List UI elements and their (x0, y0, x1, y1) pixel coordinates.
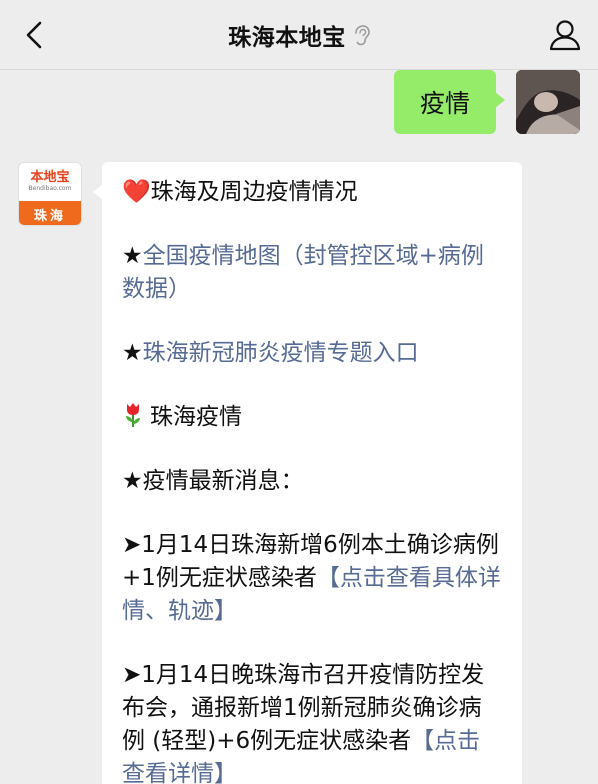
section-line: 珠海疫情 (122, 401, 502, 434)
section-text: 珠海疫情 (150, 404, 242, 430)
user-avatar-image (516, 70, 580, 134)
incoming-message-bubble: ❤️珠海及周边疫情情况 ★全国疫情地图（封管控区域+病例数据） ★珠海新冠肺炎疫… (93, 162, 522, 784)
arrow-icon: ➤ (122, 662, 142, 688)
logo-subtext: Bendibao.com (28, 185, 72, 192)
official-account-avatar[interactable]: 本地宝 Bendibao.com 珠海 (18, 162, 82, 226)
map-line: ★全国疫情地图（封管控区域+病例数据） (122, 240, 502, 306)
header-text: 珠海及周边疫情情况 (150, 179, 358, 205)
nav-bar: 珠海本地宝 (0, 0, 598, 70)
outgoing-message-text: 疫情 (419, 89, 470, 118)
topic-line: ★珠海新冠肺炎疫情专题入口 (122, 337, 502, 370)
star-icon: ★ (122, 468, 143, 494)
news-item-1: ➤1月14日珠海新增6例本土确诊病例+1例无症状感染者【点击查看具体详情、轨迹】 (122, 529, 502, 628)
latest-line: ★疫情最新消息： (122, 465, 502, 498)
tulip-icon (126, 403, 140, 427)
topic-entry-link[interactable]: 珠海新冠肺炎疫情专题入口 (143, 340, 419, 366)
chat-title: 珠海本地宝 (228, 25, 346, 51)
latest-text: 疫情最新消息： (142, 468, 304, 494)
title-wrap: 珠海本地宝 (0, 0, 598, 70)
logo-text: 本地宝 (30, 170, 70, 185)
star-icon: ★ (122, 243, 143, 269)
profile-icon[interactable] (546, 16, 584, 54)
outgoing-message-bubble[interactable]: 疫情 (393, 70, 506, 134)
heart-icon: ❤️ (122, 179, 151, 205)
logo-area: 本地宝 Bendibao.com (19, 163, 81, 201)
news-item-2: ➤1月14日晚珠海市召开疫情防控发布会，通报新增1例新冠肺炎确诊病例 (轻型)+… (122, 659, 502, 784)
arrow-icon: ➤ (122, 532, 142, 558)
header-line: ❤️珠海及周边疫情情况 (122, 176, 502, 209)
user-avatar[interactable] (516, 70, 580, 134)
ear-icon (354, 25, 370, 46)
epidemic-map-link[interactable]: 全国疫情地图（封管控区域+病例数据） (122, 243, 484, 302)
star-icon: ★ (122, 340, 143, 366)
logo-city: 珠海 (19, 201, 81, 225)
